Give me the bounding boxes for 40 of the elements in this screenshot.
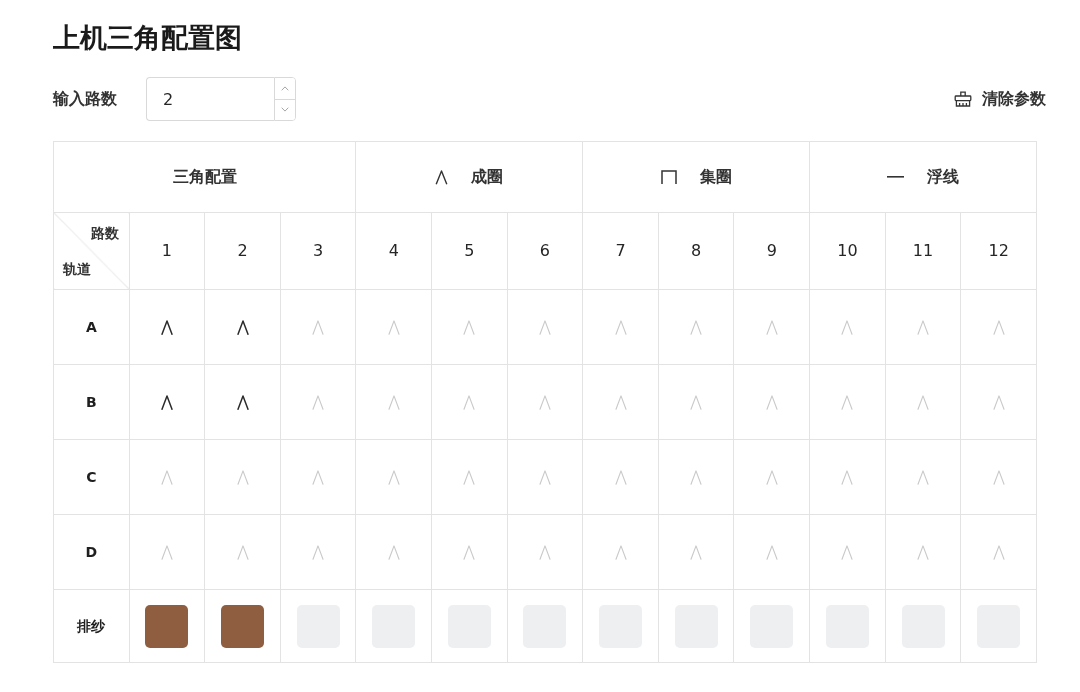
column-number: 5 xyxy=(464,241,475,260)
row-axis-label: 轨道 xyxy=(63,260,91,279)
column-number: 11 xyxy=(912,241,934,260)
row-label: C xyxy=(86,469,97,485)
column-number: 10 xyxy=(837,241,858,260)
column-number: 4 xyxy=(388,241,399,260)
group-header: 成圈 xyxy=(471,166,504,188)
clear-button[interactable]: 清除参数 xyxy=(954,88,1046,110)
chevron-up-icon xyxy=(281,85,289,91)
wedge-icon xyxy=(435,169,449,185)
row-label: 排纱 xyxy=(77,618,106,634)
column-number: 7 xyxy=(615,241,626,260)
group-header: 浮线 xyxy=(927,166,960,188)
bracket-icon xyxy=(660,170,677,184)
wedge-icon[interactable] xyxy=(236,395,249,410)
brush-icon xyxy=(954,91,972,107)
group-header: 三角配置 xyxy=(172,166,237,188)
column-number: 8 xyxy=(691,241,702,260)
field-label: 输入路数 xyxy=(53,88,117,110)
column-number: 2 xyxy=(237,241,248,260)
page-title: 上机三角配置图 xyxy=(53,21,242,55)
column-number: 9 xyxy=(766,241,777,260)
number-input[interactable]: 2 xyxy=(146,77,274,121)
row-label: A xyxy=(85,319,97,335)
column-number: 12 xyxy=(988,241,1009,260)
column-number: 6 xyxy=(539,241,551,260)
wedge-icon[interactable] xyxy=(236,320,249,335)
column-number: 3 xyxy=(313,241,324,260)
wedge-icon[interactable] xyxy=(160,395,173,410)
row-label: B xyxy=(85,394,97,410)
column-number: 1 xyxy=(161,241,172,260)
dash-icon xyxy=(887,176,905,178)
column-axis-label: 路数 xyxy=(90,224,119,243)
chevron-down-icon xyxy=(281,107,289,113)
decrement-button[interactable] xyxy=(275,98,295,120)
row-label: D xyxy=(85,544,98,560)
color-swatch-icon[interactable] xyxy=(145,604,189,648)
group-header: 集圈 xyxy=(699,166,732,188)
color-swatch-icon[interactable] xyxy=(221,604,264,648)
wedge-icon[interactable] xyxy=(160,320,173,335)
